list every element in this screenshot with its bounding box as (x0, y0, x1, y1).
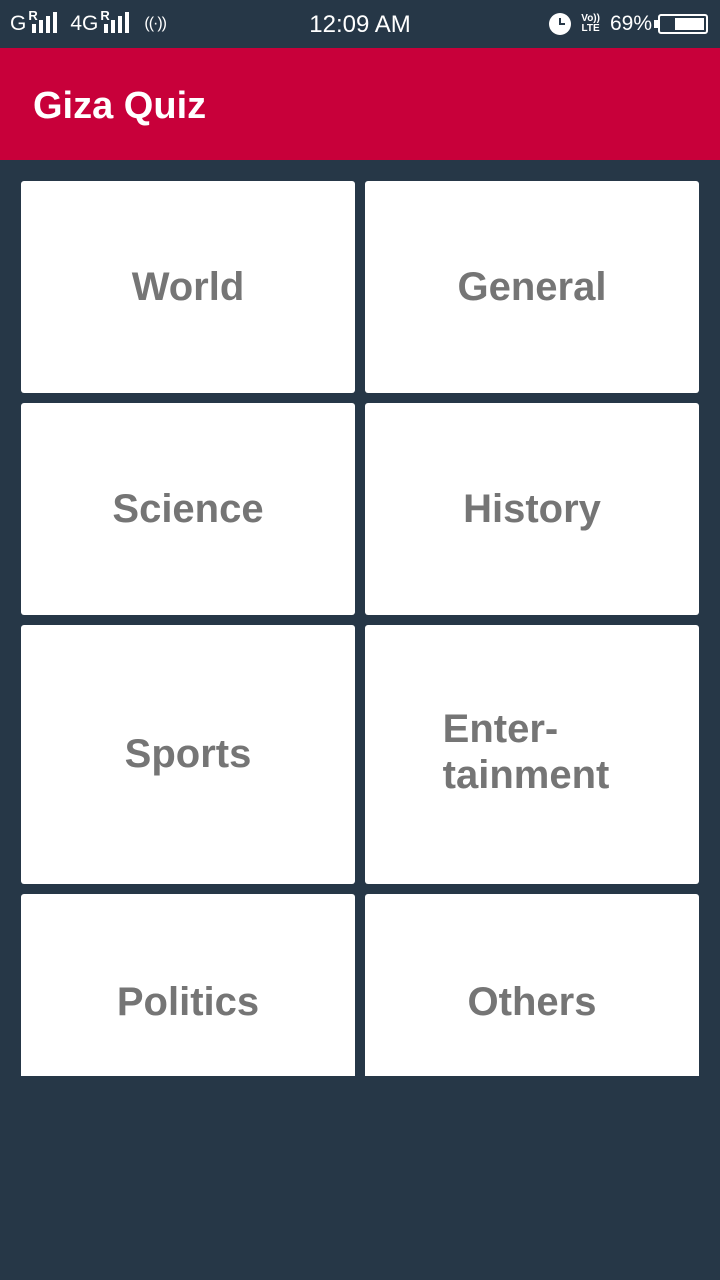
category-others[interactable]: Others (365, 894, 699, 1076)
app-title: Giza Quiz (33, 85, 207, 127)
category-history[interactable]: History (365, 403, 699, 615)
status-bar: G R 4G R ((·)) 12:09 AM Vo)) LTE 69% (0, 0, 720, 48)
battery-icon (654, 14, 708, 34)
category-politics[interactable]: Politics (21, 894, 355, 1076)
category-science[interactable]: Science (21, 403, 355, 615)
category-label: Science (112, 486, 264, 531)
category-label: World (131, 264, 245, 309)
category-sports[interactable]: Sports (21, 625, 355, 884)
category-general[interactable]: General (365, 181, 699, 393)
category-label: Enter- tainment (442, 706, 610, 797)
alarm-icon (549, 13, 572, 35)
volte-icon: Vo)) LTE (581, 13, 600, 34)
category-label: Sports (124, 732, 252, 776)
category-label: Others (467, 979, 597, 1024)
status-right: Vo)) LTE 69% (549, 0, 708, 48)
category-entertainment[interactable]: Enter- tainment (365, 625, 699, 884)
category-label: Politics (116, 979, 260, 1024)
category-label: General (457, 264, 607, 309)
app-bar: Giza Quiz (0, 48, 720, 160)
category-world[interactable]: World (21, 181, 355, 393)
category-label: History (463, 486, 601, 531)
battery-percent: 69% (609, 12, 652, 35)
battery-fill (675, 18, 704, 30)
